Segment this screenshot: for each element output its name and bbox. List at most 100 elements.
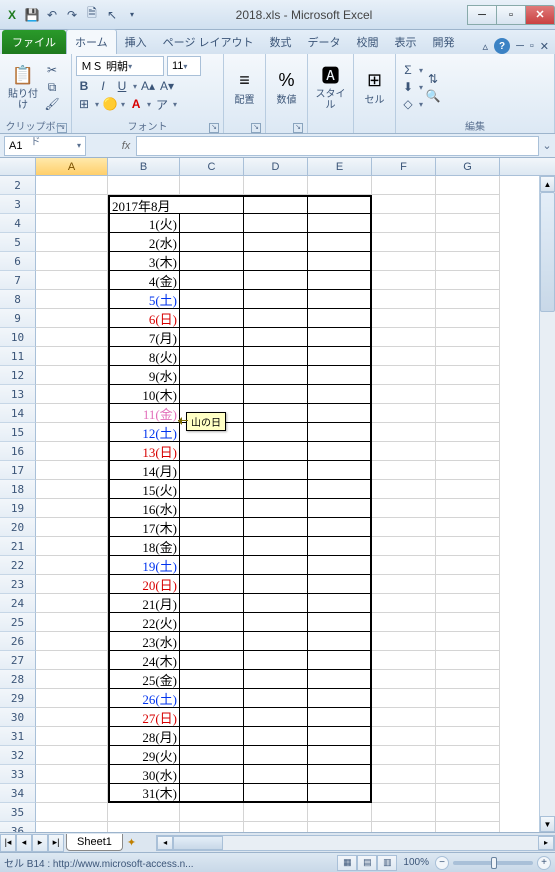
layout-tab[interactable]: ページ レイアウト — [155, 30, 262, 54]
cell[interactable] — [36, 613, 108, 632]
font-color-icon[interactable]: A — [128, 96, 144, 112]
cell[interactable]: 20(日) — [108, 575, 180, 594]
cell[interactable] — [180, 689, 244, 708]
cell[interactable] — [180, 784, 244, 803]
cell[interactable] — [372, 214, 436, 233]
row-header[interactable]: 6 — [0, 252, 36, 271]
cell[interactable] — [372, 518, 436, 537]
row-header[interactable]: 11 — [0, 347, 36, 366]
cell[interactable] — [180, 214, 244, 233]
row-header[interactable]: 8 — [0, 290, 36, 309]
vertical-scrollbar[interactable]: ▲ ▼ — [539, 176, 555, 832]
row-header[interactable]: 7 — [0, 271, 36, 290]
cell[interactable] — [372, 328, 436, 347]
cell[interactable]: 27(日) — [108, 708, 180, 727]
fx-icon[interactable]: fx — [116, 140, 136, 152]
cell[interactable] — [244, 290, 308, 309]
cell[interactable] — [308, 214, 372, 233]
cell[interactable] — [372, 271, 436, 290]
cell[interactable] — [308, 822, 372, 832]
cell[interactable]: 7(月) — [108, 328, 180, 347]
cell[interactable] — [308, 442, 372, 461]
number-button[interactable]: %数値 — [270, 59, 303, 115]
cell[interactable] — [244, 366, 308, 385]
cell[interactable] — [180, 651, 244, 670]
cell[interactable] — [372, 746, 436, 765]
cell[interactable] — [372, 461, 436, 480]
cell[interactable] — [180, 252, 244, 271]
cell[interactable] — [308, 708, 372, 727]
dialog-launcher-icon[interactable]: ↘ — [251, 123, 261, 133]
row-header[interactable]: 33 — [0, 765, 36, 784]
cell[interactable] — [244, 176, 308, 195]
cell[interactable] — [36, 461, 108, 480]
cell[interactable]: 2017年8月 — [108, 195, 180, 214]
cell[interactable] — [372, 233, 436, 252]
cell[interactable]: 1(火) — [108, 214, 180, 233]
cell[interactable] — [36, 347, 108, 366]
cell[interactable] — [244, 708, 308, 727]
maximize-button[interactable]: ▫ — [496, 5, 526, 25]
cell[interactable] — [308, 423, 372, 442]
cell[interactable] — [180, 765, 244, 784]
cell[interactable] — [308, 765, 372, 784]
qat-more-icon[interactable]: ▾ — [124, 7, 140, 23]
cell[interactable]: 26(土) — [108, 689, 180, 708]
workbook-restore-icon[interactable]: ▫ — [530, 40, 534, 52]
cell[interactable]: 28(月) — [108, 727, 180, 746]
row-header[interactable]: 36 — [0, 822, 36, 832]
workbook-minimize-icon[interactable]: ─ — [516, 40, 524, 52]
cell[interactable] — [436, 803, 500, 822]
cell[interactable] — [308, 404, 372, 423]
cell[interactable] — [36, 632, 108, 651]
scroll-thumb[interactable] — [540, 192, 555, 312]
cell[interactable] — [244, 556, 308, 575]
cell[interactable] — [308, 290, 372, 309]
cell[interactable] — [372, 594, 436, 613]
cell[interactable] — [308, 575, 372, 594]
cell[interactable] — [436, 195, 500, 214]
cell[interactable] — [244, 651, 308, 670]
col-header-B[interactable]: B — [108, 158, 180, 175]
cell[interactable] — [436, 727, 500, 746]
row-header[interactable]: 2 — [0, 176, 36, 195]
cell[interactable] — [308, 233, 372, 252]
copy-icon[interactable]: ⧉ — [44, 79, 60, 95]
dialog-launcher-icon[interactable]: ↘ — [209, 123, 219, 133]
align-button[interactable]: ≡配置 — [228, 59, 261, 115]
cell[interactable] — [372, 309, 436, 328]
font-size-select[interactable]: 11▾ — [167, 56, 201, 76]
minimize-ribbon-icon[interactable]: ▵ — [483, 40, 489, 53]
cell[interactable] — [180, 328, 244, 347]
workbook-close-icon[interactable]: ✕ — [540, 40, 549, 53]
cell[interactable] — [436, 366, 500, 385]
cell[interactable] — [108, 176, 180, 195]
cell[interactable] — [436, 765, 500, 784]
first-sheet-icon[interactable]: |◂ — [0, 834, 16, 852]
cell[interactable] — [36, 727, 108, 746]
cell[interactable] — [308, 556, 372, 575]
horizontal-scrollbar[interactable]: ◂ ▸ — [156, 835, 555, 851]
col-header-C[interactable]: C — [180, 158, 244, 175]
cell[interactable] — [36, 594, 108, 613]
style-button[interactable]: 🅰スタイル — [312, 59, 349, 115]
cell[interactable] — [244, 385, 308, 404]
cell[interactable] — [180, 537, 244, 556]
cell[interactable] — [180, 176, 244, 195]
cell[interactable]: 11(金) — [108, 404, 180, 423]
sheet-tab[interactable]: Sheet1 — [66, 834, 123, 851]
cell[interactable] — [244, 252, 308, 271]
row-header[interactable]: 18 — [0, 480, 36, 499]
cell[interactable]: 21(月) — [108, 594, 180, 613]
cell[interactable] — [36, 670, 108, 689]
cell[interactable]: 14(月) — [108, 461, 180, 480]
cell[interactable] — [436, 461, 500, 480]
cell[interactable] — [36, 404, 108, 423]
cell[interactable] — [180, 233, 244, 252]
cell[interactable] — [436, 746, 500, 765]
cell[interactable] — [372, 822, 436, 832]
prev-sheet-icon[interactable]: ◂ — [16, 834, 32, 852]
row-header[interactable]: 10 — [0, 328, 36, 347]
cell[interactable] — [244, 613, 308, 632]
cell[interactable] — [36, 214, 108, 233]
